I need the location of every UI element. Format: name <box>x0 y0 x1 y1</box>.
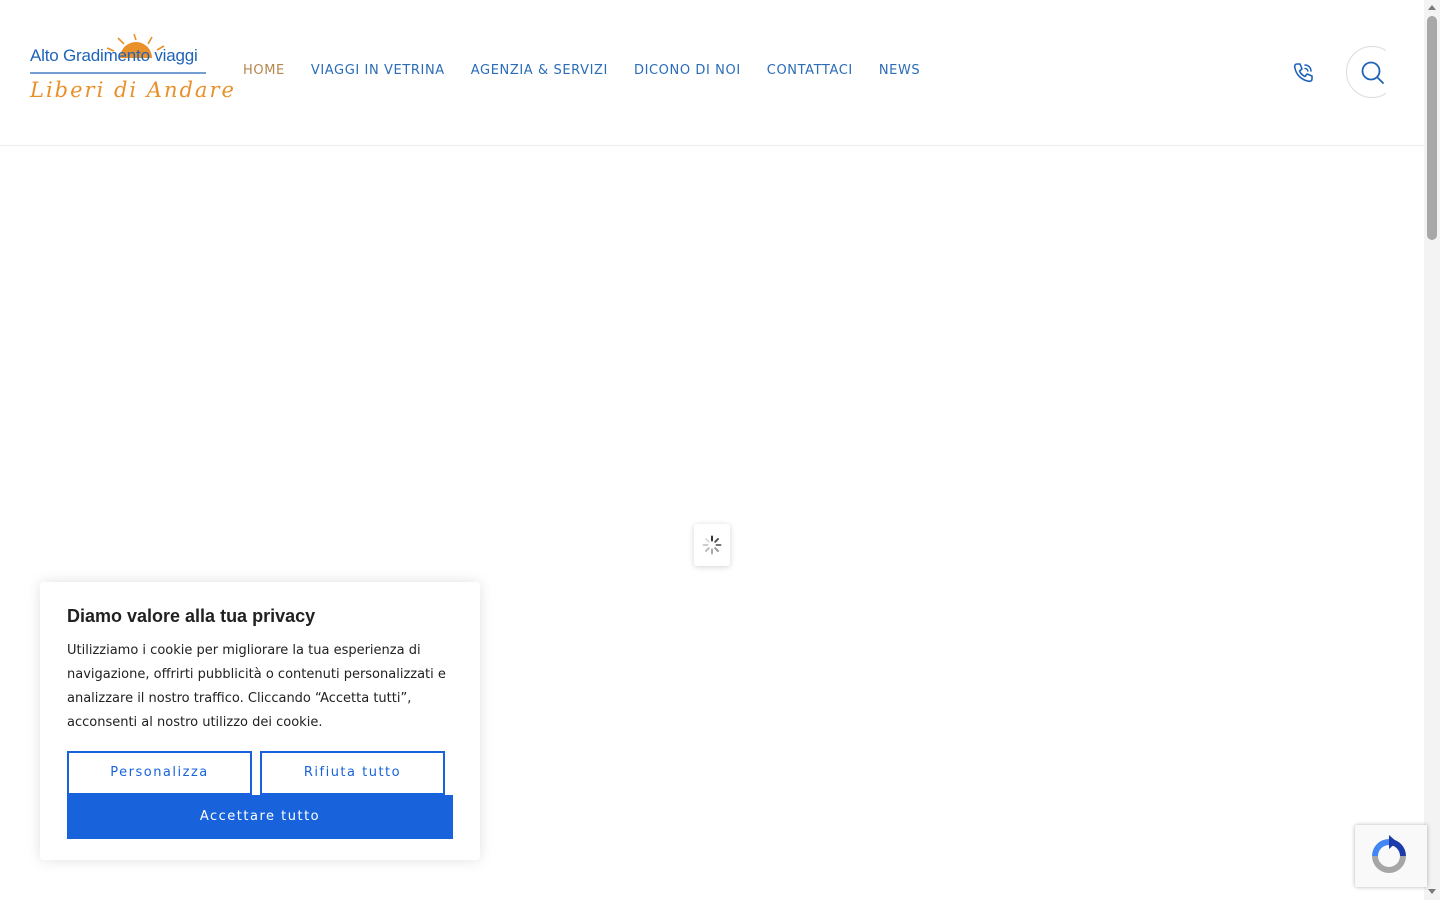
spinner-icon <box>702 535 722 555</box>
main-nav: HOME VIAGGI IN VETRINA AGENZIA & SERVIZI… <box>243 63 946 78</box>
nav-item-home[interactable]: HOME <box>243 63 285 78</box>
nav-item-viaggi-in-vetrina[interactable]: VIAGGI IN VETRINA <box>311 63 445 78</box>
cookie-description: Utilizziamo i cookie per migliorare la t… <box>67 643 446 730</box>
nav-item-dicono-di-noi[interactable]: DICONO DI NOI <box>634 63 741 78</box>
scroll-down-arrow-icon[interactable] <box>1428 889 1436 894</box>
scroll-up-arrow-icon[interactable] <box>1428 5 1436 10</box>
page-scrollbar[interactable] <box>1424 0 1440 900</box>
site-logo[interactable]: Alto Gradimento viaggi Liberi di Andare <box>28 34 234 114</box>
logo-text: Alto Gradimento viaggi <box>30 46 198 65</box>
nav-item-news[interactable]: NEWS <box>879 63 920 78</box>
nav-item-agenzia-servizi[interactable]: AGENZIA & SERVIZI <box>471 63 608 78</box>
header-edge <box>1386 40 1424 106</box>
search-icon <box>1361 61 1384 84</box>
page-loader <box>694 524 730 566</box>
scroll-thumb[interactable] <box>1427 16 1437 240</box>
nav-item-contattaci[interactable]: CONTATTACI <box>767 63 853 78</box>
accept-all-button[interactable]: Accettare tutto <box>67 795 453 839</box>
customize-button[interactable]: Personalizza <box>67 751 252 795</box>
recaptcha-badge[interactable] <box>1355 825 1427 887</box>
recaptcha-icon <box>1372 835 1406 873</box>
phone-icon <box>1293 63 1313 83</box>
phone-button[interactable] <box>1290 60 1316 86</box>
cookie-consent-banner: Diamo valore alla tua privacy Utilizziam… <box>40 582 480 860</box>
reject-all-button[interactable]: Rifiuta tutto <box>260 751 445 795</box>
site-header: Alto Gradimento viaggi Liberi di Andare … <box>0 0 1424 146</box>
logo-tagline: Liberi di Andare <box>30 78 236 102</box>
cookie-title: Diamo valore alla tua privacy <box>67 606 316 626</box>
